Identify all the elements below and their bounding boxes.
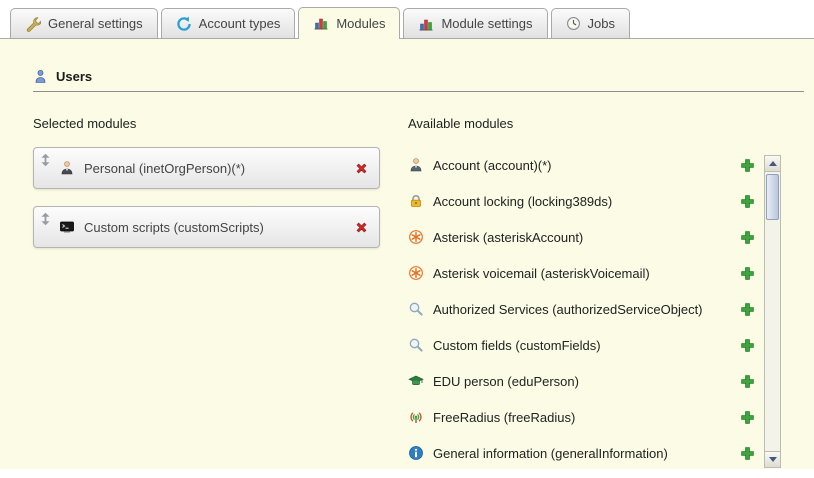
bottom-spacer: [0, 469, 814, 478]
add-module-button[interactable]: [740, 230, 755, 245]
terminal-icon: [59, 219, 75, 235]
chart-icon: [418, 16, 434, 32]
module-columns: Selected modules Personal (inetOrgPerson…: [33, 116, 814, 469]
available-modules-scrollbar[interactable]: [764, 155, 781, 468]
chart-icon: [313, 15, 329, 31]
available-modules-heading: Available modules: [408, 116, 814, 131]
selected-module-label: Custom scripts (customScripts): [84, 220, 345, 235]
arrow-down-icon: [769, 457, 777, 462]
available-module-row: Asterisk (asteriskAccount): [408, 219, 755, 255]
tab-account-types[interactable]: Account types: [161, 8, 296, 38]
lock-icon: [408, 193, 424, 209]
selected-modules-column: Selected modules Personal (inetOrgPerson…: [33, 116, 408, 469]
asterisk-icon: [408, 229, 424, 245]
person-icon: [59, 160, 75, 176]
available-module-row: Authorized Services (authorizedServiceOb…: [408, 291, 755, 327]
tab-general-settings[interactable]: General settings: [10, 8, 158, 38]
scroll-down-button[interactable]: [765, 451, 780, 467]
refresh-icon: [176, 16, 192, 32]
available-module-label: Custom fields (customFields): [433, 338, 601, 353]
magnifier-icon: [408, 337, 424, 353]
add-module-button[interactable]: [740, 410, 755, 425]
add-module-button[interactable]: [740, 194, 755, 209]
magnifier-icon: [408, 301, 424, 317]
add-module-button[interactable]: [740, 446, 755, 461]
section-title: Users: [56, 69, 92, 84]
drag-handle-icon[interactable]: [41, 212, 50, 226]
available-modules-column: Available modules Account (account)(*) A…: [408, 116, 814, 469]
available-module-label: Asterisk (asteriskAccount): [433, 230, 583, 245]
tab-modules[interactable]: Modules: [298, 7, 400, 38]
modules-content: Users Selected modules Personal (inetOrg…: [0, 39, 814, 469]
tab-jobs[interactable]: Jobs: [551, 8, 630, 38]
modules-config-page: General settings Account types Modules M…: [0, 0, 814, 478]
clock-icon: [566, 16, 581, 31]
wrench-icon: [25, 16, 41, 32]
available-module-row: Custom fields (customFields): [408, 327, 755, 363]
scroll-up-button[interactable]: [765, 156, 780, 172]
arrow-up-icon: [769, 161, 777, 166]
selected-modules-heading: Selected modules: [33, 116, 408, 131]
available-module-label: Account (account)(*): [433, 158, 552, 173]
add-module-button[interactable]: [740, 158, 755, 173]
available-module-label: Asterisk voicemail (asteriskVoicemail): [433, 266, 650, 281]
scrollbar-thumb[interactable]: [766, 174, 779, 220]
available-module-row: FreeRadius (freeRadius): [408, 399, 755, 435]
available-module-label: Authorized Services (authorizedServiceOb…: [433, 302, 703, 317]
antenna-icon: [408, 409, 424, 425]
tab-label: Account types: [199, 16, 281, 31]
tab-label: Jobs: [588, 16, 615, 31]
selected-module-label: Personal (inetOrgPerson)(*): [84, 161, 345, 176]
available-module-label: FreeRadius (freeRadius): [433, 410, 575, 425]
selected-module-row: Custom scripts (customScripts): [33, 206, 380, 248]
remove-module-button[interactable]: [354, 161, 369, 176]
tab-label: Module settings: [441, 16, 532, 31]
info-icon: [408, 445, 424, 461]
person-icon: [408, 157, 424, 173]
available-module-row: General information (generalInformation): [408, 435, 755, 469]
drag-handle-icon[interactable]: [41, 153, 50, 167]
available-module-row: Asterisk voicemail (asteriskVoicemail): [408, 255, 755, 291]
tab-module-settings[interactable]: Module settings: [403, 8, 547, 38]
available-module-label: EDU person (eduPerson): [433, 374, 579, 389]
available-module-label: General information (generalInformation): [433, 446, 668, 461]
available-module-row: Account (account)(*): [408, 147, 755, 183]
tab-label: General settings: [48, 16, 143, 31]
add-module-button[interactable]: [740, 302, 755, 317]
available-module-row: Account locking (locking389ds): [408, 183, 755, 219]
user-icon: [33, 69, 48, 84]
users-section-header: Users: [33, 39, 804, 92]
add-module-button[interactable]: [740, 266, 755, 281]
available-module-row: EDU person (eduPerson): [408, 363, 755, 399]
graduation-icon: [408, 373, 424, 389]
remove-module-button[interactable]: [354, 220, 369, 235]
asterisk-icon: [408, 265, 424, 281]
available-module-label: Account locking (locking389ds): [433, 194, 612, 209]
tab-bar: General settings Account types Modules M…: [0, 0, 814, 39]
selected-module-row: Personal (inetOrgPerson)(*): [33, 147, 380, 189]
add-module-button[interactable]: [740, 338, 755, 353]
add-module-button[interactable]: [740, 374, 755, 389]
tab-label: Modules: [336, 16, 385, 31]
